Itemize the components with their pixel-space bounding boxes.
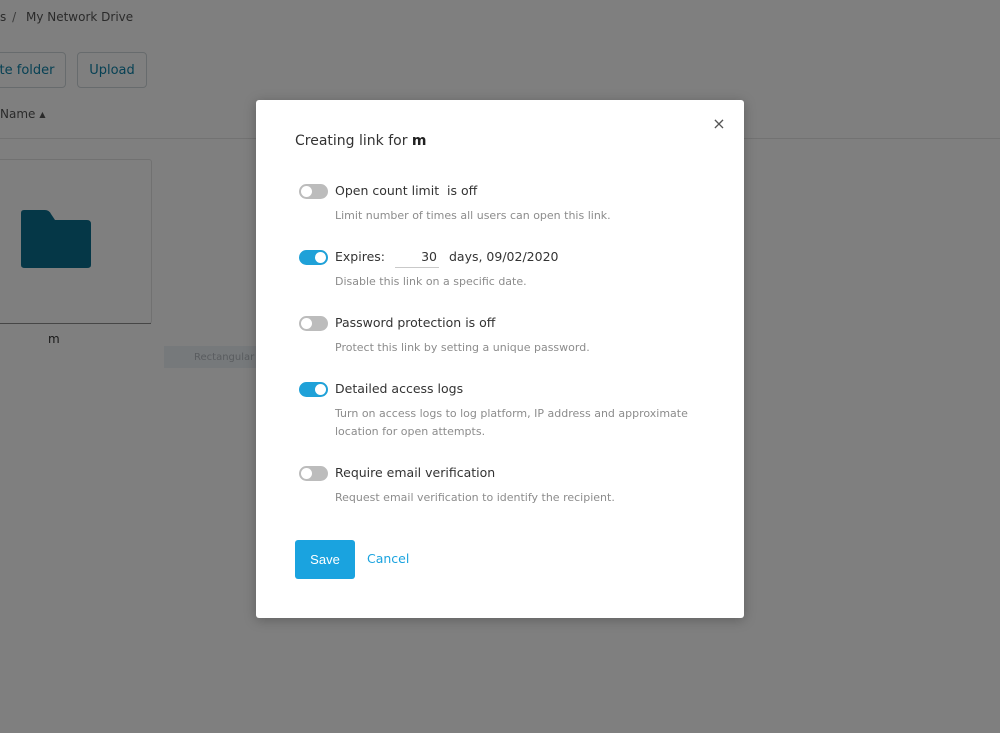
toggle-knob <box>315 384 326 395</box>
access-logs-toggle[interactable] <box>299 382 328 397</box>
email-verification-label: Require email verification <box>335 465 496 480</box>
open-count-limit-label: Open count limit is off <box>335 183 478 198</box>
toggle-knob <box>315 252 326 263</box>
expires-days-input[interactable] <box>394 249 439 268</box>
dialog-title-target: m <box>411 133 427 149</box>
dialog-title: Creating link for m <box>295 133 427 149</box>
open-count-limit-description: Limit number of times all users can open… <box>335 209 611 222</box>
cancel-link[interactable]: Cancel <box>367 551 409 566</box>
toggle-knob <box>301 186 312 197</box>
access-logs-description: Turn on access logs to log platform, IP … <box>335 407 688 438</box>
dialog-title-prefix: Creating link for <box>295 133 408 149</box>
expires-date-text: days, 09/02/2020 <box>448 249 559 264</box>
email-verification-toggle[interactable] <box>299 466 328 481</box>
create-link-dialog: × Creating link for m Open count limit i… <box>256 100 744 618</box>
save-button[interactable]: Save <box>295 540 355 579</box>
expires-description: Disable this link on a specific date. <box>335 275 527 288</box>
expires-label-prefix: Expires: <box>335 249 385 264</box>
close-icon[interactable]: × <box>711 115 727 133</box>
access-logs-label: Detailed access logs <box>335 381 464 396</box>
toggle-knob <box>301 468 312 479</box>
toggle-knob <box>301 318 312 329</box>
email-verification-description: Request email verification to identify t… <box>335 491 615 504</box>
password-protection-description: Protect this link by setting a unique pa… <box>335 341 590 354</box>
expires-toggle[interactable] <box>299 250 328 265</box>
expires-label: Expires: days, 09/02/2020 <box>335 249 558 268</box>
password-protection-toggle[interactable] <box>299 316 328 331</box>
password-protection-label: Password protection is off <box>335 315 496 330</box>
open-count-limit-toggle[interactable] <box>299 184 328 199</box>
